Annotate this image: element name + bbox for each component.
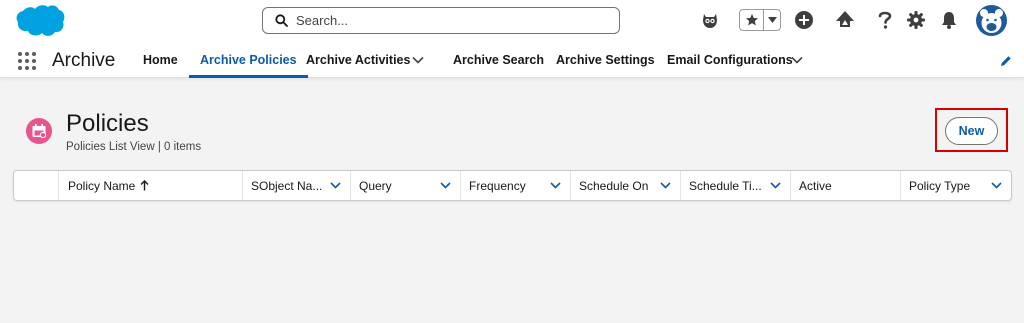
column-header-active[interactable]: Active: [790, 171, 900, 200]
row-selector-column: [14, 171, 58, 200]
nav-item-email-configurations[interactable]: Email Configurations: [667, 42, 793, 78]
column-header-policy-name[interactable]: Policy Name: [58, 171, 242, 200]
column-header-schedule-on[interactable]: Schedule On: [570, 171, 680, 200]
column-menu-chevron-down-icon[interactable]: [991, 180, 1002, 191]
column-label: Query: [359, 178, 392, 193]
salesforce-cloud-logo[interactable]: [14, 3, 66, 39]
column-menu-chevron-down-icon[interactable]: [330, 180, 341, 191]
avatar[interactable]: [976, 5, 1007, 36]
column-label: Frequency: [469, 178, 526, 193]
app-name: Archive: [52, 50, 116, 71]
nav-item-archive-search[interactable]: Archive Search: [453, 42, 544, 78]
column-label: Active: [799, 178, 832, 193]
search-icon: [275, 14, 288, 27]
column-label: Schedule Ti...: [689, 178, 762, 193]
astro-mascot-icon[interactable]: [699, 9, 721, 31]
column-menu-chevron-down-icon[interactable]: [550, 180, 561, 191]
favorites-group: [739, 9, 781, 31]
column-header-policy-type[interactable]: Policy Type: [900, 171, 1011, 200]
nav-item-archive-settings[interactable]: Archive Settings: [556, 42, 655, 78]
app-navigation-bar: Archive Home Archive Policies Archive Ac…: [0, 42, 1024, 78]
sort-ascending-arrow-icon: [140, 180, 149, 191]
setup-gear-icon[interactable]: [905, 9, 927, 31]
global-add-icon[interactable]: [793, 9, 815, 31]
search-placeholder: Search...: [296, 13, 349, 28]
column-menu-chevron-down-icon[interactable]: [660, 180, 671, 191]
favorites-dropdown-icon[interactable]: [764, 10, 780, 30]
trailhead-icon[interactable]: [834, 9, 856, 31]
email-configurations-chevron-down-icon[interactable]: [791, 54, 803, 66]
page-title: Policies: [66, 110, 149, 137]
policies-list-table: Policy Name SObject Na... Query Frequenc…: [13, 170, 1012, 201]
column-label: Schedule On: [579, 178, 649, 193]
notifications-bell-icon[interactable]: [938, 9, 960, 31]
app-launcher-icon[interactable]: [18, 52, 36, 70]
global-search-input[interactable]: Search...: [262, 7, 620, 34]
nav-item-archive-policies[interactable]: Archive Policies: [189, 42, 308, 78]
new-button[interactable]: New: [945, 117, 998, 145]
favorites-star-icon[interactable]: [740, 10, 764, 30]
help-icon[interactable]: [874, 9, 896, 31]
column-menu-chevron-down-icon[interactable]: [770, 180, 781, 191]
global-header: Search...: [0, 0, 1024, 42]
column-header-query[interactable]: Query: [350, 171, 460, 200]
column-label: Policy Name: [68, 178, 136, 193]
column-header-sobject-name[interactable]: SObject Na...: [242, 171, 350, 200]
column-header-schedule-time[interactable]: Schedule Ti...: [680, 171, 790, 200]
column-header-frequency[interactable]: Frequency: [460, 171, 570, 200]
column-label: SObject Na...: [251, 178, 323, 193]
column-label: Policy Type: [909, 178, 971, 193]
edit-nav-pencil-icon[interactable]: [1000, 55, 1012, 67]
nav-item-archive-activities[interactable]: Archive Activities: [306, 42, 410, 78]
list-view-subtitle: Policies List View | 0 items: [66, 141, 202, 153]
policies-object-icon: [26, 118, 52, 144]
nav-item-home[interactable]: Home: [143, 42, 178, 78]
archive-activities-chevron-down-icon[interactable]: [412, 54, 424, 66]
column-menu-chevron-down-icon[interactable]: [440, 180, 451, 191]
